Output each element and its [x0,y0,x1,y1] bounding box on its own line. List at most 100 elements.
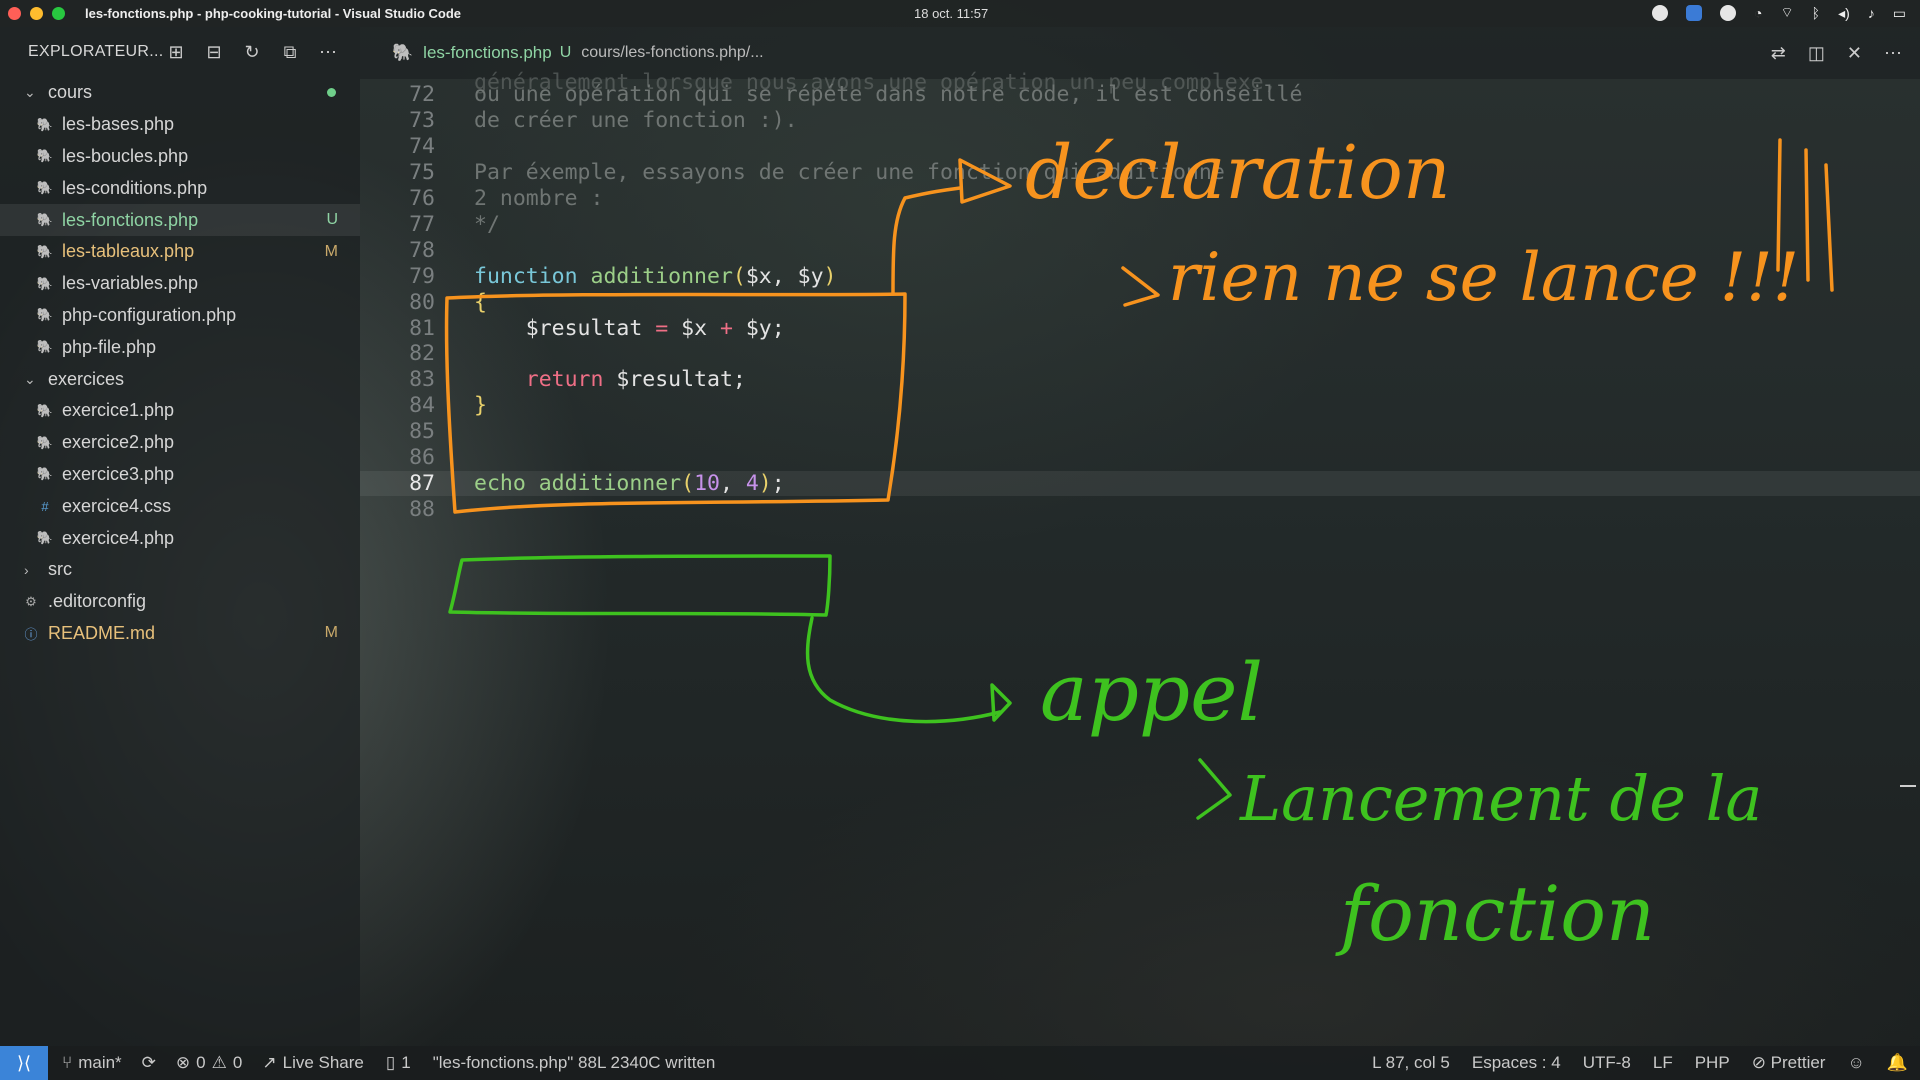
file-label: .editorconfig [48,591,147,612]
more-icon[interactable]: ⋯ [316,41,340,63]
zoom-icon[interactable] [1686,5,1703,21]
css-file-icon: # [41,498,49,514]
code-token: $x, $y [745,263,824,289]
modified-dot-icon [327,88,336,98]
code-token: echo additionner [474,470,682,496]
compare-changes-icon[interactable]: ⇄ [1771,43,1786,64]
code-token: Par éxemple, essayons de créer une fonct… [474,160,1225,186]
collapse-icon[interactable]: ⧉ [278,41,302,63]
bluetooth-icon[interactable]: ᛒ [1812,5,1820,21]
file-label: php-file.php [62,336,157,357]
line-number: 72 [409,82,435,108]
breadcrumb[interactable]: cours/les-fonctions.php/... [581,44,763,62]
file-exercice3-php[interactable]: 🐘 exercice3.php [0,459,360,491]
microphone-icon[interactable]: ♪ [1868,5,1875,21]
file-les-conditions-php[interactable]: 🐘 les-conditions.php [0,172,360,204]
refresh-icon[interactable]: ↻ [240,41,264,63]
line-number: 88 [409,496,435,522]
gear-icon: ⚙ [25,593,37,609]
file-exercice1-php[interactable]: 🐘 exercice1.php [0,395,360,427]
code-line: 74 [360,134,1920,160]
indentation[interactable]: Espaces : 4 [1472,1053,1561,1073]
code-line: 78 [360,237,1920,263]
close-icon[interactable]: ✕ [1847,43,1862,64]
scrollbar-marker[interactable] [1900,785,1916,787]
traffic-lights [8,7,65,20]
php-file-icon: 🐘 [36,212,54,228]
zoom-window-button[interactable] [52,7,65,20]
code-text: return $resultat; [474,367,746,392]
editor-actions: ⇄ ◫ ✕ ⋯ [1771,43,1902,64]
explorer-actions: ⊞ ⊟ ↻ ⧉ ⋯ [164,41,340,63]
code-text: de créer une fonction :). [474,108,798,133]
file-label: php-configuration.php [62,304,237,325]
feedback-icon[interactable]: ☺ [1847,1053,1864,1073]
split-editor-icon[interactable]: ◫ [1808,43,1825,64]
folder-exercices[interactable]: ⌄ exercices [0,363,360,395]
file-les-boucles-php[interactable]: 🐘 les-boucles.php [0,141,360,173]
window-title: les-fonctions.php - php-cooking-tutorial… [85,6,462,21]
code-text: Par éxemple, essayons de créer une fonct… [474,160,1225,185]
info-icon: ⓘ [24,626,38,642]
tab-label: les-fonctions.php [423,43,552,62]
file-exercice2-php[interactable]: 🐘 exercice2.php [0,427,360,459]
problems-indicator[interactable]: ⊗ 0 ⚠ 0 [176,1053,242,1073]
code-text: $resultat = $x + $y; [474,316,785,341]
code-token: additionner [590,263,733,289]
volume-icon[interactable]: ◂) [1838,5,1850,22]
code-text: } [474,393,487,418]
encoding[interactable]: UTF-8 [1583,1053,1631,1073]
php-file-icon: 🐘 [36,116,54,132]
git-branch[interactable]: ⑂ main* [62,1053,122,1073]
file-README-md[interactable]: ⓘ README.md M [0,618,360,650]
file-les-bases-php[interactable]: 🐘 les-bases.php [0,109,360,141]
file-les-fonctions-php[interactable]: 🐘 les-fonctions.php U [0,204,360,236]
file-php-file-php[interactable]: 🐘 php-file.php [0,331,360,363]
explorer-sidebar: EXPLORATEUR... ⊞ ⊟ ↻ ⧉ ⋯ ⌄ cours 🐘 les-base… [0,27,360,1046]
notifications-icon[interactable]: 🔔 [1887,1053,1908,1073]
live-share-button[interactable]: ↗ Live Share [262,1053,364,1073]
line-number: 79 [409,263,435,289]
warning-count: 0 [232,1053,243,1072]
file-les-variables-php[interactable]: 🐘 les-variables.php [0,268,360,300]
php-file-icon: 🐘 [36,402,54,418]
sync-button[interactable]: ⟳ [142,1053,156,1073]
code-token: de créer une fonction :). [474,108,798,134]
info-icon[interactable] [1720,5,1737,21]
new-file-icon[interactable]: ⊞ [164,41,188,63]
file-label: exercice4.css [62,495,172,516]
code-token: } [474,393,487,419]
file-exercice4-css[interactable]: # exercice4.css [0,490,360,522]
battery-icon[interactable]: ▭ [1893,5,1906,22]
more-icon[interactable]: ⋯ [1884,43,1902,64]
end-of-line[interactable]: LF [1653,1053,1673,1073]
file-php-configuration-php[interactable]: 🐘 php-configuration.php [0,300,360,332]
line-number: 81 [409,315,435,341]
code-token: $y; [732,315,785,341]
code-line: 80 { [360,289,1920,315]
close-window-button[interactable] [8,7,21,20]
code-line: 77 */ [360,212,1920,238]
file--editorconfig[interactable]: ⚙ .editorconfig [0,586,360,618]
language-mode[interactable]: PHP [1695,1053,1730,1073]
timer-icon[interactable]: ◔ [1754,5,1762,21]
remote-indicator-icon[interactable]: ⟩⟨ [0,1046,48,1080]
code-editor[interactable]: généralement lorsque nous avons une opér… [360,70,1920,1046]
new-folder-icon[interactable]: ⊟ [202,41,226,63]
php-file-icon: 🐘 [36,243,54,259]
file-les-tableaux-php[interactable]: 🐘 les-tableaux.php M [0,236,360,268]
wifi-icon[interactable]: ⌔ [1780,4,1793,22]
tray-app-icon[interactable] [1652,5,1669,21]
minimize-window-button[interactable] [30,7,43,20]
error-icon: ⊗ [175,1053,191,1072]
file-exercice4-php[interactable]: 🐘 exercice4.php [0,522,360,554]
file-label: les-tableaux.php [62,241,195,262]
tasks-indicator[interactable]: ▯ 1 [386,1053,411,1073]
prettier-status[interactable]: ⊘ Prettier [1752,1053,1826,1073]
folder-src[interactable]: › src [0,554,360,586]
folder-cours[interactable]: ⌄ cours [0,77,360,109]
code-line: 73 de créer une fonction :). [360,108,1920,134]
cursor-position[interactable]: L 87, col 5 [1372,1053,1450,1073]
line-number: 76 [409,186,435,212]
